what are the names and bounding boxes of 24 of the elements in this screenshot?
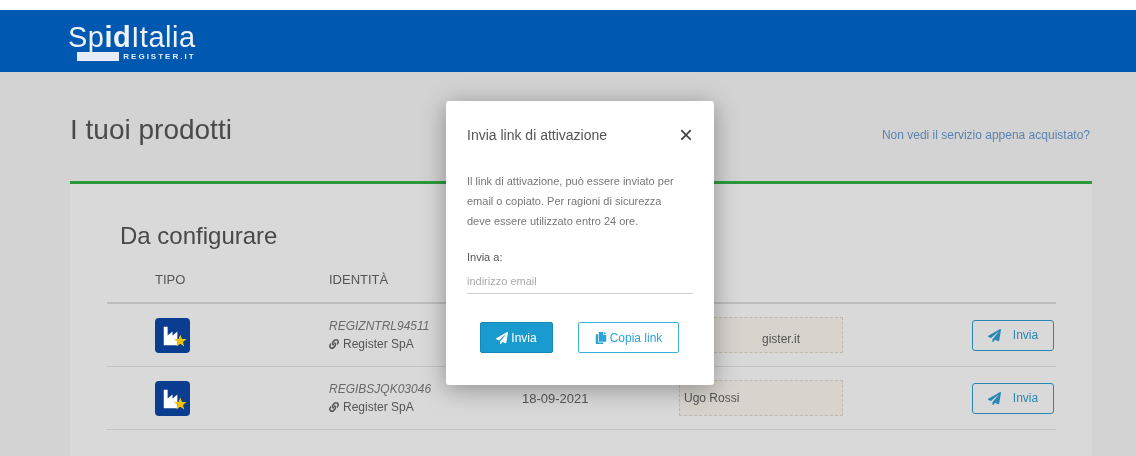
send-button[interactable]: Invia xyxy=(972,319,1054,351)
close-button[interactable]: × xyxy=(679,125,693,145)
section-title: Da configurare xyxy=(120,222,278,250)
help-link[interactable]: Non vedi il servizio appena acquistato? xyxy=(881,128,1090,142)
field-label: Invia a: xyxy=(467,251,504,263)
dialog-text: Il link di attivazione, può essere inviato per email o copiato. Per ragioni di sicurezza deve essere utilizzato entro 24 ore. xyxy=(467,174,675,229)
copy-link-button[interactable]: Copia link xyxy=(578,322,679,353)
identity-code: REGIBSJQK03046 xyxy=(329,382,433,396)
column-header: IDENTITÀ xyxy=(329,272,389,287)
page-title: I tuoi prodotti xyxy=(70,114,232,146)
date-text: 18-09-2021 xyxy=(522,390,590,406)
dialog-title: Invia link di attivazione xyxy=(467,127,608,143)
send-button[interactable]: Invia xyxy=(972,382,1054,414)
name-field: Ugo Rossi xyxy=(679,380,843,416)
identity-code: REGIZNTRL94511 xyxy=(329,319,431,333)
link-icon xyxy=(329,339,339,349)
link-icon xyxy=(329,402,339,412)
paper-plane-icon xyxy=(987,391,1001,405)
paper-plane-icon xyxy=(496,331,509,344)
column-header: TIPO xyxy=(155,272,186,287)
paper-plane-icon xyxy=(987,328,1001,342)
send-button[interactable]: Invia xyxy=(480,322,553,353)
copy-icon xyxy=(594,331,607,344)
owner-text: Register SpA xyxy=(329,400,522,414)
